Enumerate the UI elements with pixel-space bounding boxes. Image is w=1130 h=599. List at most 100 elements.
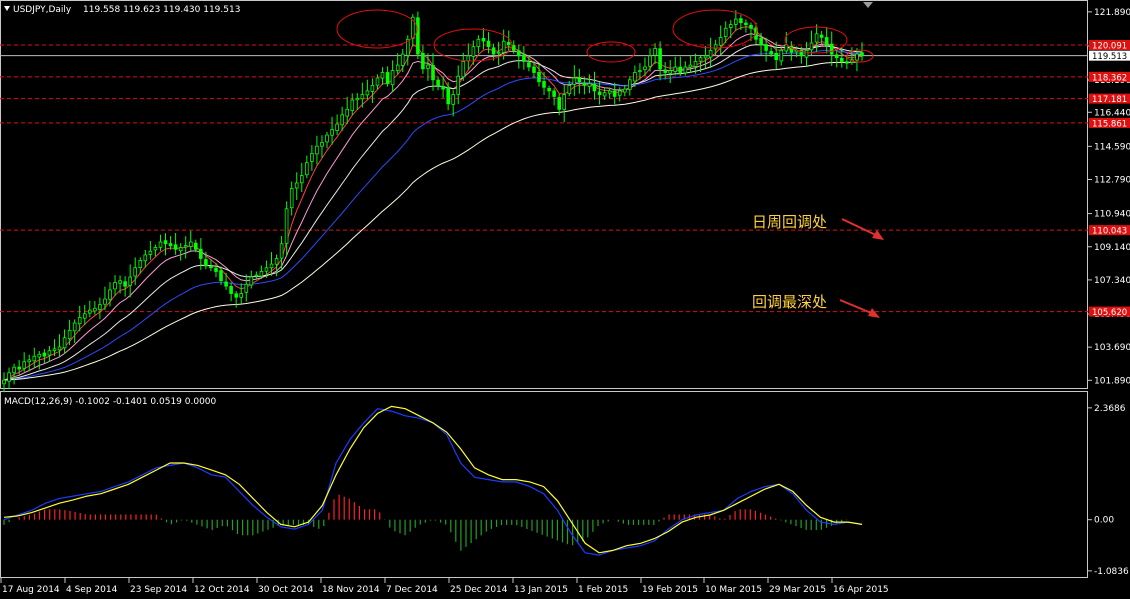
candle-body <box>522 54 526 62</box>
candle-body <box>350 99 355 111</box>
candle-body <box>108 289 112 300</box>
candle-body <box>360 94 365 100</box>
candle-body <box>734 18 738 25</box>
candle-body <box>42 352 47 357</box>
time-tick-label: 4 Sep 2014 <box>66 585 118 595</box>
candle-body <box>72 322 77 332</box>
candle-body <box>259 270 264 277</box>
price-tick-label: 116.440 <box>1094 108 1130 118</box>
candle-body <box>421 53 425 70</box>
candle-body <box>643 66 647 70</box>
candle-body <box>451 94 455 105</box>
chart-stage: 121.890120.040118.190116.440114.590112.7… <box>0 0 1130 599</box>
symbol-label: USDJPY,Daily <box>13 5 72 15</box>
candle-body <box>47 350 52 356</box>
candle-body <box>824 37 829 46</box>
candle-body <box>320 142 324 147</box>
macd-tick-label: 0.00 <box>1094 516 1114 526</box>
candle-body <box>32 355 37 362</box>
candle-body <box>466 55 471 62</box>
time-tick-label: 18 Nov 2014 <box>322 585 380 595</box>
candle-body <box>718 37 723 46</box>
candle-body <box>400 53 405 66</box>
candle-body <box>653 48 657 56</box>
candle-body <box>340 114 344 126</box>
candle-body <box>769 51 773 55</box>
candle-body <box>204 259 208 267</box>
time-tick-label: 30 Oct 2014 <box>258 585 314 595</box>
candle-body <box>385 72 390 85</box>
candle-body <box>310 153 314 162</box>
time-tick-label: 10 Mar 2015 <box>705 585 762 595</box>
time-tick-label: 7 Dec 2014 <box>386 585 438 595</box>
level-tag-label: 115.861 <box>1092 119 1127 129</box>
candle-body <box>37 353 42 358</box>
candle-body <box>491 47 496 55</box>
candle-body <box>188 241 193 247</box>
candle-body <box>779 50 784 62</box>
candle-body <box>224 281 228 287</box>
time-tick-label: 16 Apr 2015 <box>833 585 889 595</box>
candle-body <box>93 307 97 312</box>
price-tick-label: 114.590 <box>1094 142 1130 152</box>
candle-body <box>814 33 819 43</box>
candle-body <box>698 57 703 62</box>
candle-body <box>229 285 233 294</box>
candle-body <box>390 70 395 86</box>
price-tick-label: 112.790 <box>1094 176 1130 186</box>
candle-body <box>441 86 445 90</box>
candle-body <box>496 51 501 54</box>
candle-body <box>638 70 642 72</box>
candle-body <box>527 62 531 68</box>
level-tag-label: 110.043 <box>1092 227 1127 237</box>
candle-body <box>744 22 748 26</box>
annotation-daily-weekly-pullback: 日周回调处 <box>752 213 827 231</box>
candle-body <box>804 50 809 58</box>
candle-body <box>446 87 450 105</box>
candle-body <box>62 337 67 349</box>
candle-body <box>628 79 632 90</box>
candle-body <box>335 123 339 131</box>
ohlc-readout: 119.558 119.623 119.430 119.513 <box>83 5 240 15</box>
candle-body <box>759 37 763 46</box>
candle-body <box>395 64 400 71</box>
candle-body <box>693 61 698 67</box>
candle-body <box>537 72 541 83</box>
candle <box>416 11 420 60</box>
candle-body <box>214 267 218 272</box>
candle-body <box>294 182 299 189</box>
candle-body <box>158 241 163 248</box>
candle-body <box>98 304 102 310</box>
candle-body <box>501 40 506 53</box>
candle-body <box>168 243 173 247</box>
candle-body <box>829 43 834 55</box>
candle-body <box>173 244 178 250</box>
candle-body <box>143 254 148 262</box>
candle-body <box>506 41 511 46</box>
candle-body <box>234 293 239 298</box>
candle-body <box>809 42 814 51</box>
candle-body <box>57 346 62 351</box>
candle-body <box>840 57 844 62</box>
candle-body <box>557 97 561 110</box>
candle-body <box>552 90 556 97</box>
current-price-tag: 119.513 <box>1089 50 1130 62</box>
candle-body <box>774 53 778 61</box>
candle-body <box>249 276 254 286</box>
candle-body <box>708 50 713 58</box>
price-tick-label: 110.940 <box>1094 210 1130 220</box>
annotation-deepest-pullback: 回调最深处 <box>752 293 827 311</box>
candle-body <box>153 247 158 251</box>
candle-body <box>52 348 57 351</box>
candle-body <box>88 309 92 314</box>
price-tick-label: 121.890 <box>1094 8 1130 18</box>
candle-body <box>193 242 198 250</box>
candle-body <box>330 129 334 136</box>
candle-body <box>658 48 662 70</box>
candle-body <box>264 267 269 272</box>
candle-body <box>835 54 839 59</box>
candle-body <box>618 90 622 96</box>
candle-body <box>103 298 107 305</box>
candle-body <box>365 90 370 96</box>
candle-body <box>597 91 602 96</box>
